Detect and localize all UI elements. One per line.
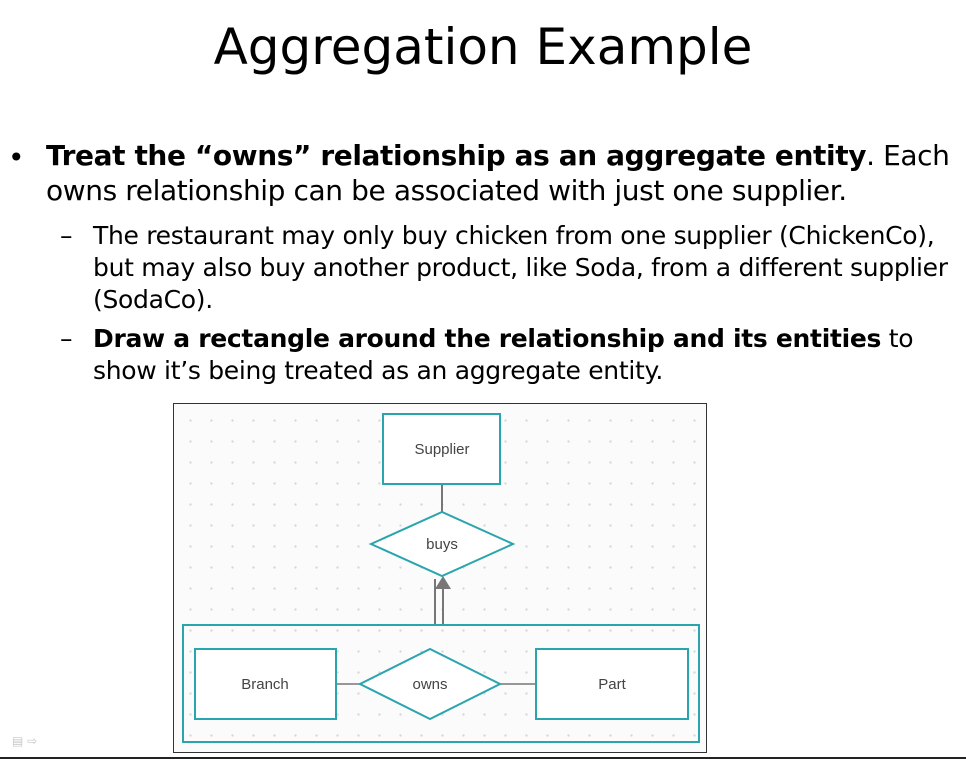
slide-title: Aggregation Example: [213, 18, 753, 76]
pointer-icon[interactable]: ⇨: [27, 734, 37, 748]
sub-bullet-1: The restaurant may only buy chicken from…: [93, 220, 953, 316]
menu-icon[interactable]: ▤: [12, 734, 23, 748]
sub-bullet-dash: –: [60, 221, 73, 250]
sub-bullet-2: Draw a rectangle around the relationship…: [93, 323, 953, 387]
er-diagram-svg: Supplier buys Branch owns Part: [182, 413, 700, 743]
bullet-dot: •: [8, 141, 25, 174]
supplier-label: Supplier: [414, 441, 469, 458]
bullet-1-bold: Treat the “owns” relationship as an aggr…: [46, 139, 867, 172]
buys-label: buys: [426, 536, 458, 553]
owns-label: owns: [412, 676, 447, 693]
part-label: Part: [598, 676, 626, 693]
sub-bullet-2-bold: Draw a rectangle around the relationship…: [93, 324, 882, 353]
slide-nav-icons[interactable]: ▤ ⇨: [12, 734, 37, 748]
footer-divider: [0, 757, 966, 759]
sub-bullet-dash: –: [60, 324, 73, 353]
branch-label: Branch: [241, 676, 289, 693]
arrow-head-icon: [435, 576, 451, 589]
sub-bullet-1-text: The restaurant may only buy chicken from…: [93, 221, 948, 314]
bullet-1: Treat the “owns” relationship as an aggr…: [46, 138, 956, 208]
er-diagram: Supplier buys Branch owns Part: [173, 403, 707, 753]
